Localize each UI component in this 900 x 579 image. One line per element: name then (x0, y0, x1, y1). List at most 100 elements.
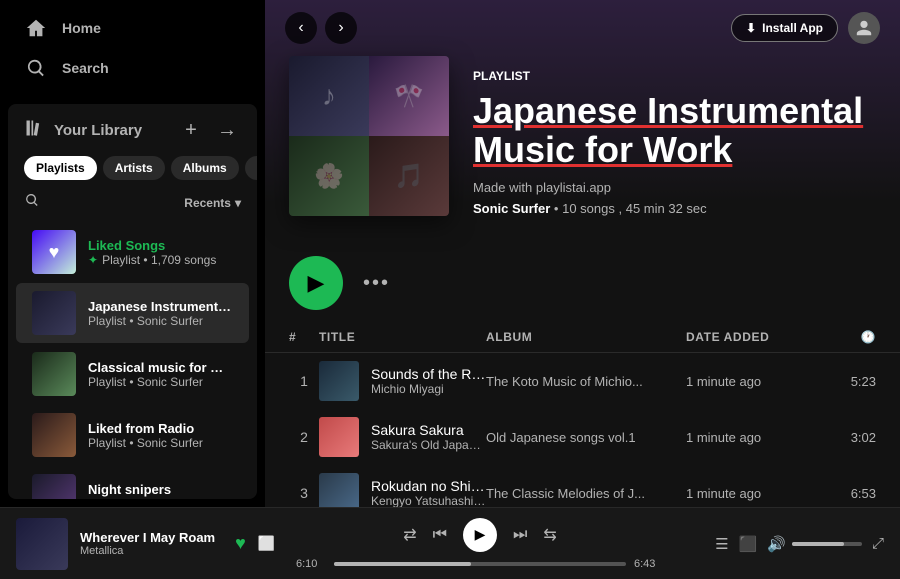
filter-tab-podcasts[interactable]: Pod (245, 156, 257, 180)
library-item-classical[interactable]: Classical music for work and sleep Playl… (16, 344, 249, 404)
player-pip-button[interactable]: ⬜ (258, 535, 275, 552)
player-left: Wherever I May Roam Metallica ♥ ⬜ (16, 518, 296, 570)
japanese-instrumental-sub: Playlist • Sonic Surfer (88, 314, 233, 328)
volume-track[interactable] (792, 542, 862, 546)
library-item-night-snipers[interactable]: Night snipers Playlist • Sonic Surfer (16, 466, 249, 499)
library-search-icon[interactable] (24, 192, 40, 213)
track-title-cell: Sakura Sakura Sakura's Old Japanese Song… (319, 417, 486, 457)
devices-button[interactable]: ⬛ (739, 535, 758, 553)
sidebar-item-search[interactable]: Search (12, 48, 253, 88)
playlist-info: Playlist Japanese Instrumental Music for… (473, 69, 876, 216)
classical-info: Classical music for work and sleep Playl… (88, 360, 233, 389)
expand-library-button[interactable]: → (213, 116, 241, 144)
player-heart-button[interactable]: ♥ (235, 533, 246, 554)
liked-songs-thumb: ♥ (32, 230, 76, 274)
player-right: ☰ ⬛ 🔊 ⤢ (664, 535, 884, 553)
track-artist[interactable]: Sakura's Old Japanese Songs (371, 438, 486, 452)
recents-sort-button[interactable]: Recents ▾ (184, 196, 241, 210)
track-row[interactable]: 1 Sounds of the Rapids Michio Miyagi The… (265, 353, 900, 409)
track-artist[interactable]: Michio Miyagi (371, 382, 486, 396)
track-list-header: # Title Album Date added 🕐 (265, 326, 900, 353)
repeat-button[interactable]: ⇆ (543, 525, 556, 545)
track-name: Rokudan no Shirabe - Re... (371, 478, 486, 494)
forward-button[interactable]: › (325, 12, 357, 44)
search-label: Search (62, 60, 109, 76)
queue-button[interactable]: ☰ (715, 535, 728, 553)
playlist-more-button[interactable]: ••• (363, 272, 390, 295)
track-date-added: 1 minute ago (686, 374, 816, 389)
playlist-play-button[interactable]: ▶ (289, 256, 343, 310)
track-date-added: 1 minute ago (686, 486, 816, 501)
track-thumbnail (319, 417, 359, 457)
track-thumbnail (319, 473, 359, 507)
player-track-thumbnail (16, 518, 68, 570)
library-item-liked-songs[interactable]: ♥ Liked Songs ✦ Playlist • 1,709 songs (16, 222, 249, 282)
filter-tab-artists[interactable]: Artists (103, 156, 165, 180)
liked-songs-name: Liked Songs (88, 238, 216, 253)
track-thumbnail (319, 361, 359, 401)
filter-tab-playlists[interactable]: Playlists (24, 156, 97, 180)
install-app-button[interactable]: ⬇ Install App (731, 14, 838, 42)
volume-fill (792, 542, 845, 546)
volume-container: 🔊 (767, 535, 862, 553)
filter-tabs: Playlists Artists Albums Pod › (8, 152, 257, 188)
cover-cell-1: ♪ (289, 56, 369, 136)
playlist-creator: Sonic Surfer (473, 201, 550, 216)
player-track-artist: Metallica (80, 545, 215, 557)
previous-button[interactable]: ⏮ (433, 526, 447, 544)
play-pause-button[interactable]: ▶ (463, 518, 497, 552)
nav-arrows: ‹ › (285, 12, 357, 44)
track-num: 1 (289, 373, 319, 389)
sidebar-top-nav: Home Search (0, 0, 265, 96)
track-date-added: 1 minute ago (686, 430, 816, 445)
track-row[interactable]: 2 Sakura Sakura Sakura's Old Japanese So… (265, 409, 900, 465)
track-list: 1 Sounds of the Rapids Michio Miyagi The… (265, 353, 900, 507)
filter-tab-albums[interactable]: Albums (171, 156, 239, 180)
japanese-instrumental-name: Japanese Instrumental Music for... (88, 299, 233, 314)
library-title[interactable]: Your Library (24, 118, 142, 142)
night-snipers-sub: Playlist • Sonic Surfer (88, 497, 203, 500)
library-filter-bar: Recents ▾ (8, 188, 257, 221)
player-track-name: Wherever I May Roam (80, 530, 215, 545)
track-text: Sakura Sakura Sakura's Old Japanese Song… (371, 422, 486, 452)
volume-icon-button[interactable]: 🔊 (767, 535, 786, 553)
col-header-duration: 🕐 (816, 330, 876, 344)
progress-track[interactable] (334, 562, 626, 566)
track-name: Sounds of the Rapids (371, 366, 486, 382)
your-library-panel: Your Library + → Playlists Artists Album… (8, 104, 257, 499)
home-label: Home (62, 20, 101, 36)
library-item-japanese-instrumental[interactable]: Japanese Instrumental Music for... Playl… (16, 283, 249, 343)
liked-radio-info: Liked from Radio Playlist • Sonic Surfer (88, 421, 203, 450)
track-album: Old Japanese songs vol.1 (486, 430, 686, 445)
top-bar: ‹ › ⬇ Install App (265, 0, 900, 56)
library-list: ♥ Liked Songs ✦ Playlist • 1,709 songs J (8, 221, 257, 499)
cover-cell-3: 🌸 (289, 136, 369, 216)
track-album: The Koto Music of Michio... (486, 374, 686, 389)
col-header-date: Date added (686, 330, 816, 344)
playlist-hero: ♪ 🎌 🌸 🎵 Playlist Japanese Instrumental M… (265, 56, 900, 240)
track-duration: 6:53 (816, 486, 876, 501)
recents-label: Recents (184, 196, 231, 210)
shuffle-button[interactable]: ⇄ (403, 525, 416, 545)
next-button[interactable]: ⏭ (513, 526, 527, 544)
progress-fill (334, 562, 471, 566)
night-snipers-info: Night snipers Playlist • Sonic Surfer (88, 482, 203, 500)
library-actions: + → (177, 116, 241, 144)
cover-cell-2: 🎌 (369, 56, 449, 136)
time-total: 6:43 (634, 558, 664, 570)
japanese-instrumental-info: Japanese Instrumental Music for... Playl… (88, 299, 233, 328)
fullscreen-button[interactable]: ⤢ (872, 535, 884, 552)
user-avatar-button[interactable] (848, 12, 880, 44)
playlist-cover-art: ♪ 🎌 🌸 🎵 (289, 56, 449, 216)
track-row[interactable]: 3 Rokudan no Shirabe - Re... Kengyo Yats… (265, 465, 900, 507)
library-header: Your Library + → (8, 104, 257, 152)
track-artist[interactable]: Kengyo Yatsuhashi, Isaac Ster... (371, 494, 486, 507)
add-library-button[interactable]: + (177, 116, 205, 144)
library-item-liked-radio[interactable]: Liked from Radio Playlist • Sonic Surfer (16, 405, 249, 465)
sidebar-item-home[interactable]: Home (12, 8, 253, 48)
back-button[interactable]: ‹ (285, 12, 317, 44)
classical-name: Classical music for work and sleep (88, 360, 233, 375)
track-album: The Classic Melodies of J... (486, 486, 686, 501)
classical-sub: Playlist • Sonic Surfer (88, 375, 233, 389)
main-content: ‹ › ⬇ Install App ♪ 🎌 🌸 🎵 (265, 0, 900, 507)
